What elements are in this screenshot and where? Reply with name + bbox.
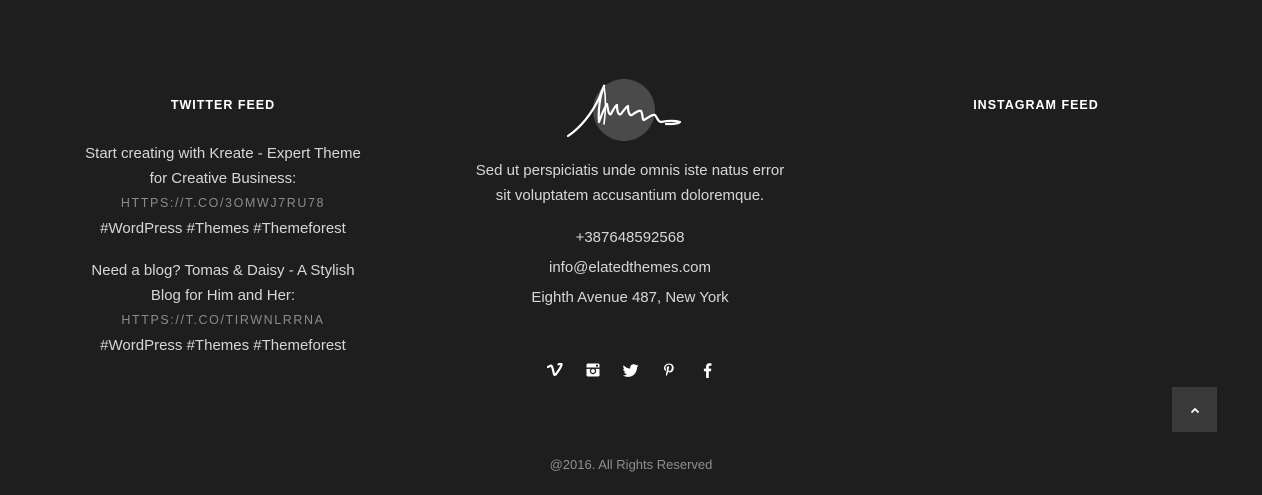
twitter-feed-title: TWITTER FEED: [170, 98, 276, 112]
email-link[interactable]: info@elatedthemes.com: [470, 253, 790, 283]
signature-logo[interactable]: [560, 74, 700, 146]
tweet-text: Need a blog? Tomas & Daisy - A Stylish B…: [91, 262, 355, 304]
instagram-feed-title: INSTAGRAM FEED: [973, 98, 1099, 112]
about-text: Sed ut perspiciatis unde omnis iste natu…: [475, 162, 785, 204]
pinterest-icon[interactable]: [650, 360, 688, 380]
twitter-feed: Start creating with Kreate - Expert Them…: [83, 141, 363, 375]
chevron-up-icon: [1190, 401, 1200, 419]
instagram-icon[interactable]: [574, 360, 612, 380]
address: Eighth Avenue 487, New York: [531, 289, 729, 306]
phone-number[interactable]: +387648592568: [470, 223, 790, 253]
facebook-icon[interactable]: [688, 360, 726, 380]
tweet: Need a blog? Tomas & Daisy - A Stylish B…: [83, 258, 363, 358]
tweet-link[interactable]: HTTPS://T.CO/3OMWJ7RU78: [83, 191, 363, 216]
tweet: Start creating with Kreate - Expert Them…: [83, 141, 363, 241]
about-section: Sed ut perspiciatis unde omnis iste natu…: [470, 158, 790, 313]
tweet-text: Start creating with Kreate - Expert Them…: [85, 145, 361, 187]
vimeo-icon[interactable]: [536, 360, 574, 380]
social-links: [536, 360, 726, 380]
tweet-link[interactable]: HTTPS://T.CO/TIRWNLRRNA: [83, 308, 363, 333]
tweet-hashtags: #WordPress #Themes #Themeforest: [100, 337, 346, 354]
copyright-text: @2016. All Rights Reserved: [549, 457, 713, 472]
twitter-icon[interactable]: [612, 360, 650, 380]
back-to-top-button[interactable]: [1172, 387, 1217, 432]
tweet-hashtags: #WordPress #Themes #Themeforest: [100, 220, 346, 237]
